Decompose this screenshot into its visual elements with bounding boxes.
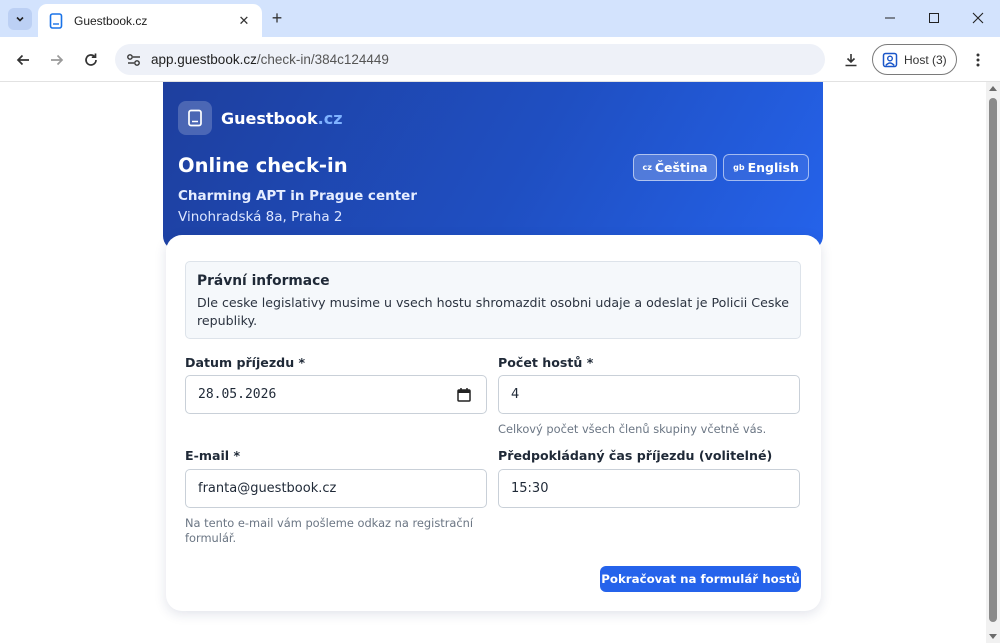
property-name: Charming APT in Prague center (178, 188, 417, 204)
book-icon (48, 12, 64, 29)
email-hint: Na tento e-mail vám pošleme odkaz na reg… (185, 516, 474, 545)
site-settings-icon[interactable] (123, 49, 145, 71)
brand-logo-text: Guestbook.cz (221, 109, 343, 128)
maximize-icon[interactable] (924, 8, 944, 28)
page-title: Online check-in (178, 154, 348, 177)
scroll-down-arrow-icon[interactable] (989, 634, 997, 639)
url-host: app.guestbook.cz (151, 52, 257, 67)
minimize-icon[interactable] (880, 8, 900, 28)
legal-info-text: Dle ceske legislativy musime u vsech hos… (197, 295, 789, 328)
arrival-date-label: Datum příjezdu * (185, 355, 306, 370)
brand-name: Guestbook (221, 108, 318, 128)
arrival-date-input[interactable]: 28.05.2026 (185, 375, 487, 414)
legal-info-title: Právní informace (197, 273, 330, 289)
profile-label: Host (3) (904, 52, 947, 67)
email-value: franta@guestbook.cz (198, 481, 337, 496)
chevron-down-icon (16, 16, 24, 22)
guest-count-value: 4 (511, 387, 520, 402)
guest-count-hint: Celkový počet všech členů skupiny včetně… (498, 422, 767, 436)
guest-count-label: Počet hostů * (498, 355, 594, 370)
property-address: Vinohradská 8a, Praha 2 (178, 209, 343, 225)
language-button-cs[interactable]: cz Čeština (633, 154, 717, 181)
email-label: E-mail * (185, 448, 241, 463)
window-close-icon[interactable] (968, 8, 988, 28)
language-label: English (747, 160, 799, 175)
gb-flag-icon: gb (733, 163, 745, 172)
new-tab-button[interactable]: + (268, 8, 286, 28)
arrival-time-label: Předpokládaný čas příjezdu (volitelné) (498, 448, 773, 463)
arrival-time-input[interactable]: 15:30 (498, 469, 800, 508)
email-field[interactable]: franta@guestbook.cz (185, 469, 487, 508)
forward-arrow-icon[interactable] (46, 49, 68, 71)
close-icon[interactable]: ✕ (236, 13, 252, 29)
page-scrollbar[interactable] (986, 82, 1000, 643)
url-text: app.guestbook.cz/check-in/384c124449 (151, 52, 389, 67)
browser-tab-active[interactable]: Guestbook.cz ✕ (38, 4, 262, 37)
brand-tld: .cz (317, 108, 343, 128)
language-button-en[interactable]: gb English (723, 154, 809, 181)
arrival-time-value: 15:30 (511, 481, 549, 496)
checkin-header: Guestbook.cz Online check-in Charming AP… (163, 82, 823, 250)
more-menu-icon[interactable] (968, 49, 988, 71)
profile-icon (882, 52, 898, 67)
tab-search-button[interactable] (8, 8, 32, 30)
back-arrow-icon[interactable] (12, 49, 34, 71)
guest-count-input[interactable]: 4 (498, 375, 800, 414)
arrival-date-value: 28.05.2026 (198, 387, 277, 402)
scroll-up-arrow-icon[interactable] (989, 86, 997, 91)
brand: Guestbook.cz (178, 101, 343, 135)
calendar-icon[interactable] (456, 387, 472, 403)
scrollbar-thumb[interactable] (989, 98, 997, 622)
profile-button[interactable]: Host (3) (872, 44, 957, 75)
reload-icon[interactable] (80, 49, 102, 71)
page-viewport: Guestbook.cz Online check-in Charming AP… (0, 82, 986, 643)
legal-info-box: Právní informace Dle ceske legislativy m… (185, 261, 801, 339)
checkin-form-card: Právní informace Dle ceske legislativy m… (166, 235, 821, 611)
tab-strip: Guestbook.cz ✕ + (0, 0, 1000, 37)
language-label: Čeština (654, 160, 708, 175)
browser-toolbar: app.guestbook.cz/check-in/384c124449 Hos… (0, 37, 1000, 82)
book-icon (178, 101, 212, 135)
download-icon[interactable] (840, 49, 862, 71)
url-path: /check-in/384c124449 (256, 52, 389, 67)
tab-title: Guestbook.cz (74, 13, 148, 28)
continue-button[interactable]: Pokračovat na formulář hostů (600, 566, 801, 592)
cz-flag-icon: cz (642, 163, 652, 172)
address-bar[interactable]: app.guestbook.cz/check-in/384c124449 (115, 44, 825, 75)
